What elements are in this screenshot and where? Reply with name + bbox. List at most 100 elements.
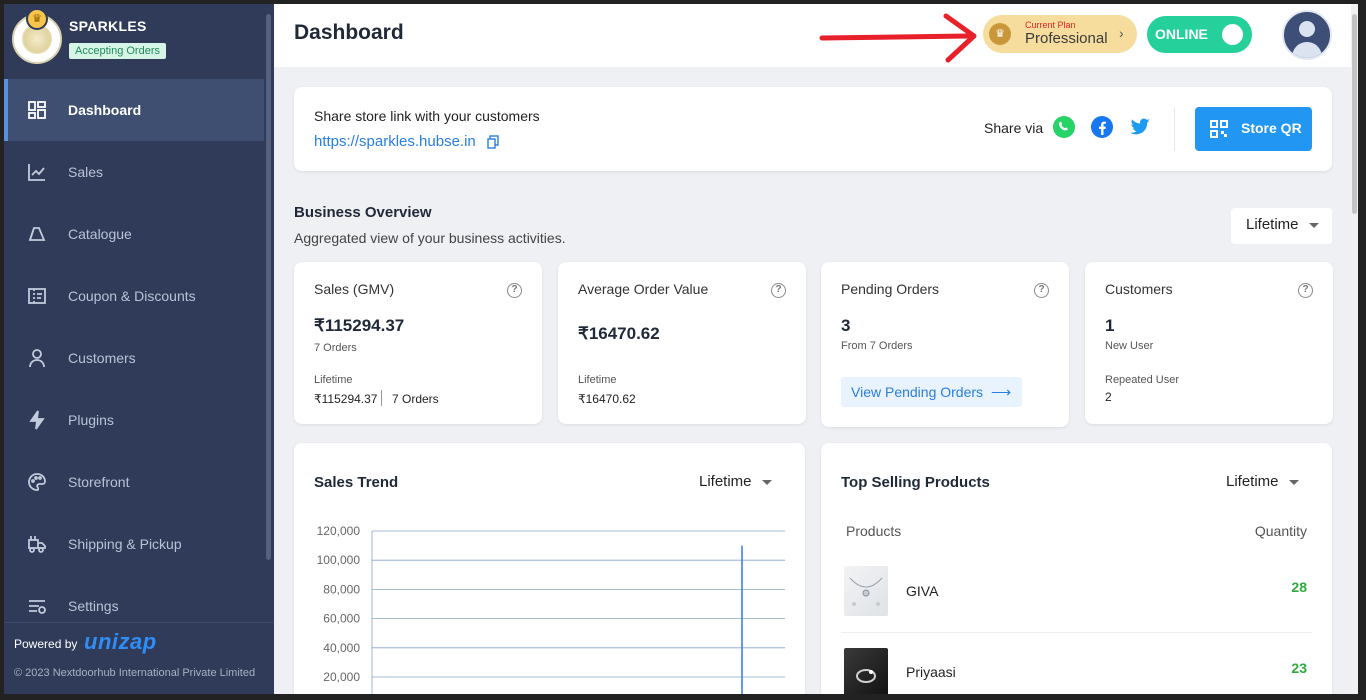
arrow-right-icon: ⟶: [991, 384, 1012, 400]
sidebar-item-label: Settings: [68, 598, 119, 614]
product-qty: 23: [1291, 660, 1307, 676]
sidebar-item-coupons[interactable]: Coupon & Discounts: [4, 265, 264, 327]
view-pending-orders-button[interactable]: View Pending Orders ⟶: [841, 377, 1022, 407]
lightning-icon: [26, 409, 48, 431]
sidebar-item-label: Coupon & Discounts: [68, 288, 196, 304]
table-row[interactable]: Priyaasi 23: [841, 634, 1312, 694]
stat-card-pending: Pending Orders ? 3 From 7 Orders View Pe…: [821, 262, 1069, 427]
caret-down-icon: [761, 479, 772, 485]
range-value: Lifetime: [699, 473, 752, 490]
sidebar-item-label: Catalogue: [68, 226, 132, 242]
y-tick-label: 40,000: [323, 641, 360, 655]
avatar[interactable]: [1282, 10, 1332, 60]
stat-title: Average Order Value: [578, 281, 709, 297]
table-row[interactable]: GIVA 28: [841, 553, 1312, 633]
y-tick-label: 100,000: [317, 553, 361, 567]
stat-footer-label: Lifetime: [578, 374, 617, 386]
store-link[interactable]: https://sparkles.hubse.in: [314, 133, 476, 150]
range-dropdown[interactable]: Lifetime: [1226, 473, 1299, 490]
divider: [1174, 107, 1175, 151]
catalogue-tag-icon: [26, 223, 48, 245]
whatsapp-icon[interactable]: [1052, 115, 1076, 139]
stat-footer-label: Repeated User: [1105, 374, 1179, 386]
sidebar-item-label: Storefront: [68, 474, 130, 490]
range-dropdown[interactable]: Lifetime: [1231, 208, 1332, 244]
online-label: ONLINE: [1155, 26, 1208, 42]
chevron-right-icon: ›: [1119, 25, 1124, 41]
y-tick-label: 20,000: [323, 670, 360, 684]
stat-footer-value: ₹115294.37: [314, 392, 378, 406]
stat-sub: 7 Orders: [314, 342, 357, 354]
store-brand: ♛ SPARKLES Accepting Orders: [4, 4, 274, 76]
sidebar-item-label: Shipping & Pickup: [68, 536, 182, 552]
y-tick-label: 120,000: [317, 524, 361, 538]
stat-title: Pending Orders: [841, 281, 940, 297]
facebook-icon[interactable]: [1090, 115, 1114, 139]
stat-sub: From 7 Orders: [841, 340, 913, 352]
share-label: Share store link with your customers: [314, 108, 540, 124]
palette-icon: [26, 471, 48, 493]
help-icon[interactable]: ?: [507, 283, 522, 298]
user-icon: [26, 347, 48, 369]
stat-value: ₹115294.37: [314, 316, 405, 335]
plan-label: Current Plan: [1025, 20, 1076, 30]
store-name: SPARKLES: [69, 18, 147, 34]
sidebar-scrollbar[interactable]: [266, 14, 271, 560]
toggle-knob: [1222, 24, 1243, 45]
twitter-icon[interactable]: [1128, 115, 1152, 139]
panel-title: Sales Trend: [314, 474, 399, 491]
product-image: [844, 566, 888, 616]
chart-line-icon: [26, 161, 48, 183]
stat-title: Customers: [1105, 281, 1173, 297]
sales-trend-card: Sales Trend Lifetime 120,000 100,000 80,00…: [294, 443, 805, 694]
sidebar-item-catalogue[interactable]: Catalogue: [4, 203, 264, 265]
sidebar-item-shipping[interactable]: Shipping & Pickup: [4, 513, 264, 575]
stat-footer-orders: 7 Orders: [392, 392, 439, 406]
help-icon[interactable]: ?: [1034, 283, 1049, 298]
truck-icon: [26, 533, 48, 555]
annotation-arrow-icon: [819, 13, 977, 63]
page-scrollbar[interactable]: [1351, 4, 1358, 694]
range-value: Lifetime: [1246, 216, 1299, 233]
help-icon[interactable]: ?: [771, 283, 786, 298]
caret-down-icon: [1288, 479, 1299, 485]
store-qr-button[interactable]: Store QR: [1195, 107, 1312, 151]
stat-sub: New User: [1105, 340, 1154, 352]
column-header-products: Products: [846, 523, 902, 539]
stat-title: Sales (GMV): [314, 281, 395, 297]
unizap-logo: unizap: [84, 629, 157, 654]
stat-footer-value: 2: [1105, 390, 1112, 404]
crown-icon: ♛: [989, 23, 1011, 45]
help-icon[interactable]: ?: [1298, 283, 1313, 298]
sidebar-item-label: Dashboard: [68, 102, 142, 118]
panel-title: Top Selling Products: [841, 474, 990, 491]
button-label: View Pending Orders: [851, 384, 984, 400]
sidebar-item-sales[interactable]: Sales: [4, 141, 264, 203]
sidebar-nav: Dashboard Sales Catalogue Coupon & Disco…: [4, 79, 264, 637]
y-tick-label: 80,000: [323, 582, 360, 596]
product-qty: 28: [1291, 579, 1307, 595]
stat-value: ₹16470.62: [578, 324, 660, 343]
column-header-quantity: Quantity: [1254, 523, 1307, 539]
sidebar-item-dashboard[interactable]: Dashboard: [4, 79, 264, 141]
powered-by-footer: Powered by unizap © 2023 Nextdoorhub Int…: [4, 622, 274, 694]
product-name: GIVA: [906, 583, 939, 599]
range-dropdown[interactable]: Lifetime: [699, 473, 772, 490]
powered-by-label: Powered by: [14, 637, 78, 651]
online-toggle[interactable]: ONLINE: [1147, 16, 1252, 53]
stat-card-aov: Average Order Value ? ₹16470.62 Lifetime…: [558, 262, 806, 424]
stat-value: 3: [841, 316, 851, 335]
topbar: Dashboard ♛ Current Plan Professional › …: [274, 4, 1358, 67]
app-window: ♛ SPARKLES Accepting Orders Dashboard Sa…: [4, 4, 1358, 694]
stat-card-customers: Customers ? 1 New User Repeated User 2: [1085, 262, 1333, 424]
sidebar-item-storefront[interactable]: Storefront: [4, 451, 264, 513]
current-plan-button[interactable]: ♛ Current Plan Professional ›: [983, 15, 1137, 53]
sidebar-item-customers[interactable]: Customers: [4, 327, 264, 389]
sidebar-item-label: Customers: [68, 350, 136, 366]
copy-icon[interactable]: [487, 135, 499, 149]
dashboard-icon: [26, 99, 48, 121]
settings-sliders-icon: [26, 595, 48, 617]
share-store-card: Share store link with your customers htt…: [294, 87, 1332, 171]
section-subtitle: Aggregated view of your business activit…: [294, 230, 566, 246]
sidebar-item-plugins[interactable]: Plugins: [4, 389, 264, 451]
